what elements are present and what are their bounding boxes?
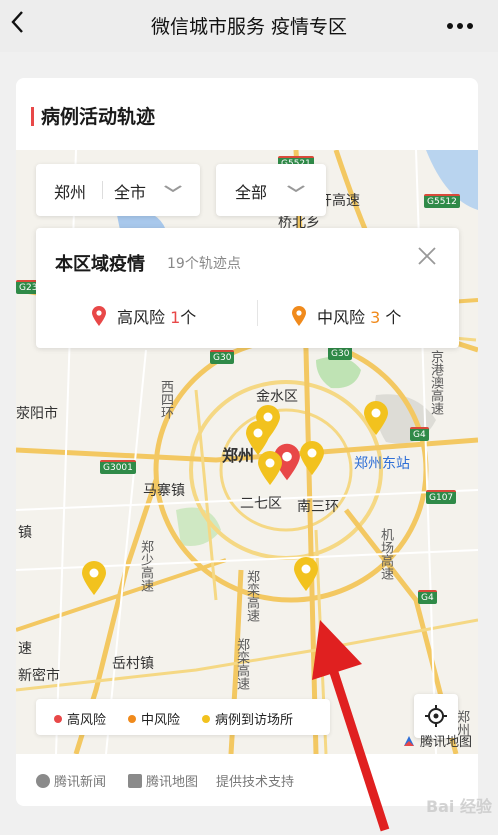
title-accent-bar	[31, 107, 34, 126]
visited-place-marker[interactable]	[362, 400, 390, 436]
legend-dot-yellow	[202, 715, 210, 723]
tencent-map-link[interactable]: 腾讯地图	[128, 771, 198, 790]
legend-dot-red	[54, 715, 62, 723]
select-divider	[102, 181, 103, 199]
mid-risk-unit: 个	[385, 308, 402, 327]
map-label-west-fourth-ring: 西四环	[158, 380, 173, 419]
annotation-arrow	[312, 620, 390, 832]
more-dots-icon[interactable]	[446, 8, 474, 36]
close-icon[interactable]	[417, 244, 437, 272]
chevron-down-icon	[163, 178, 182, 197]
legend-visited: 病例到访场所	[202, 709, 293, 728]
high-risk-unit: 个	[180, 308, 197, 327]
map-label-jinggangao-expressway: 京港澳高速	[428, 350, 443, 415]
top-nav-bar: 微信城市服务 疫情专区	[0, 0, 498, 52]
scope-value: 全部	[235, 183, 268, 202]
tencent-map-logo-icon	[403, 736, 414, 746]
tencent-map-icon	[128, 774, 142, 788]
legend-mid-label: 中风险	[141, 713, 181, 728]
map-label-speed: 速	[18, 641, 32, 657]
map-label-erqi: 二七区	[240, 496, 282, 512]
map-view[interactable]: 金水区 郑州 郑州东站 二七区 南三环 马寨镇 新密市 岳村镇 荥阳市 镇 速 …	[16, 150, 478, 754]
visited-place-marker[interactable]	[80, 560, 108, 596]
road-badge-g5512: G5512	[424, 194, 460, 208]
legend-high-risk: 高风险	[54, 709, 106, 728]
high-risk-pin-icon	[92, 306, 106, 326]
high-risk-summary[interactable]: 高风险 1个	[91, 304, 196, 328]
map-brand: 腾讯地图	[402, 731, 472, 750]
city-value: 郑州	[54, 183, 87, 202]
map-label-zhengluan-expressway: 郑栾高速	[244, 570, 259, 622]
legend-visited-label: 病例到访场所	[215, 713, 294, 728]
map-label-xingyang: 荥阳市	[16, 406, 58, 422]
high-risk-label: 高风险	[117, 308, 166, 327]
mid-risk-label: 中风险	[317, 308, 366, 327]
tencent-news-icon	[36, 774, 50, 788]
road-badge-g3001: G3001	[100, 460, 136, 474]
panel-title: 本区域疫情	[55, 254, 145, 275]
map-label-town: 镇	[18, 525, 32, 541]
tencent-news-link[interactable]: 腾讯新闻	[36, 771, 106, 790]
region-epidemic-panel: 本区域疫情 19个轨迹点 高风险 1个 中风险 3 个	[36, 228, 459, 348]
map-label-mazhai: 马寨镇	[143, 483, 185, 499]
scope-select[interactable]: 全部	[216, 164, 326, 216]
visited-place-marker[interactable]	[298, 440, 326, 476]
map-label-zhengzhou: 郑州	[222, 446, 255, 465]
high-risk-count: 1	[170, 308, 181, 327]
mid-risk-pin-icon	[292, 306, 306, 326]
map-label-south-third-ring: 南三环	[297, 499, 339, 515]
map-legend: 高风险 中风险 病例到访场所	[36, 699, 330, 735]
city-district-select[interactable]: 郑州 全市	[36, 164, 200, 216]
card-footer: 腾讯新闻 腾讯地图 提供技术支持	[16, 754, 478, 806]
map-label-zhengzhou-east-station: 郑州东站	[354, 456, 410, 472]
road-badge-g107: G107	[426, 490, 457, 504]
watermark: Bai 经验	[425, 797, 492, 816]
page-title: 微信城市服务 疫情专区	[150, 16, 348, 38]
road-badge-g4: G4	[410, 427, 429, 441]
mid-risk-summary[interactable]: 中风险 3 个	[291, 304, 401, 328]
tencent-map-label: 腾讯地图	[146, 775, 199, 790]
road-badge-g30b: G30	[328, 346, 353, 360]
map-label-zhengshao-expressway: 郑少高速	[138, 540, 153, 592]
locate-icon	[425, 705, 447, 727]
legend-dot-orange	[128, 715, 136, 723]
card-header: 病例活动轨迹	[16, 78, 478, 150]
road-badge-g30: G30	[210, 350, 235, 364]
card-title: 病例活动轨迹	[41, 106, 156, 128]
mid-risk-count: 3	[370, 308, 381, 327]
track-point-count: 19个轨迹点	[167, 256, 241, 272]
map-label-jinshui: 金水区	[256, 389, 298, 405]
road-badge-g4b: G4	[418, 590, 437, 604]
map-label-yuecun: 岳村镇	[112, 656, 154, 672]
legend-mid-risk: 中风险	[128, 709, 180, 728]
district-value: 全市	[114, 183, 147, 202]
map-label-xinmi: 新密市	[18, 668, 60, 684]
visited-place-marker[interactable]	[256, 450, 284, 486]
map-brand-label: 腾讯地图	[419, 735, 472, 750]
map-label-airport-expressway: 机场高速	[378, 528, 393, 580]
case-track-card: 病例活动轨迹 金水区 郑州 郑州东站 二七区 南三环 马寨镇 新密市 岳村镇 荥…	[16, 78, 478, 806]
tencent-news-label: 腾讯新闻	[54, 775, 107, 790]
risk-divider	[257, 300, 258, 326]
chevron-down-icon	[286, 178, 305, 197]
map-label-zhengluan-expressway-2: 郑栾高速	[234, 638, 249, 690]
tech-support-text: 提供技术支持	[216, 775, 295, 790]
visited-place-marker[interactable]	[292, 556, 320, 592]
legend-high-label: 高风险	[67, 713, 107, 728]
